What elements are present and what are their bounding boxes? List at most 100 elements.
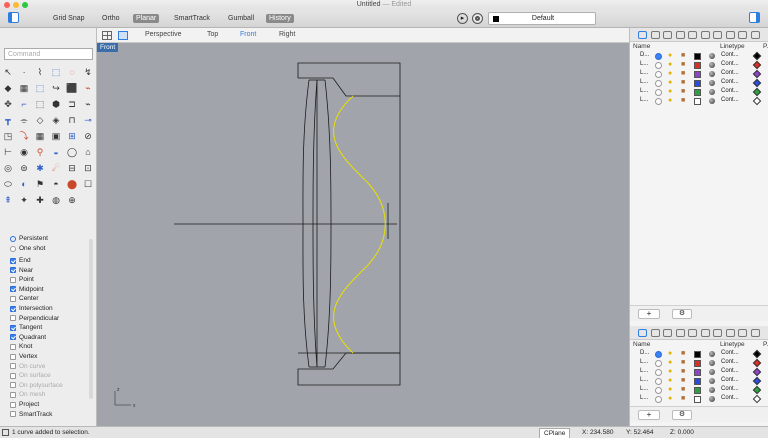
command-input[interactable]: Command [4, 48, 93, 60]
layer-color-swatch[interactable] [694, 369, 701, 376]
tool-rect-select-icon[interactable]: ⬚ [34, 82, 46, 94]
four-view-icon[interactable] [102, 31, 112, 40]
layer-row[interactable]: L... ● ■ Cont... [630, 96, 768, 106]
current-layer-radio[interactable] [655, 369, 662, 376]
layer-color-swatch[interactable] [694, 378, 701, 385]
print-color-icon[interactable] [752, 394, 762, 404]
camera-tab-icon[interactable] [688, 31, 697, 39]
tool-grid-icon[interactable]: ▦ [34, 130, 46, 142]
checkbox[interactable] [10, 295, 16, 302]
osnap-on-curve[interactable]: On curve [10, 362, 45, 371]
tool-move-icon[interactable]: ✥ [2, 98, 14, 110]
record-history-icon[interactable]: ▸ [457, 13, 468, 24]
current-layer-radio[interactable] [655, 396, 662, 403]
layer-row[interactable]: L... ● ■ Cont... [630, 376, 768, 386]
tool-patch-icon[interactable]: ▦ [18, 82, 30, 94]
lock-icon[interactable]: ■ [681, 395, 685, 402]
grid-tab-icon[interactable] [750, 31, 760, 39]
print-color-icon[interactable] [752, 358, 762, 368]
tool-dimension-icon[interactable]: ⊢ [2, 146, 14, 158]
tool-lasso-icon[interactable]: ◎ [2, 162, 14, 174]
lock-icon[interactable]: ■ [681, 377, 685, 384]
material-sphere-icon[interactable] [709, 387, 715, 393]
tool-point-icon[interactable]: ◍ [50, 194, 62, 206]
tab-top[interactable]: Top [207, 31, 218, 38]
osnap-on-polysurface[interactable]: On polysurface [10, 381, 63, 390]
tool-transform-icon[interactable]: ◆ [2, 82, 14, 94]
history-toggle[interactable]: History [266, 14, 294, 23]
sun-tab-icon[interactable] [725, 329, 735, 337]
front-viewport[interactable]: Front z x [97, 43, 629, 426]
osnap-quadrant[interactable]: Quadrant [10, 333, 46, 342]
visibility-bulb-icon[interactable]: ● [668, 395, 672, 402]
material-sphere-icon[interactable] [709, 80, 715, 86]
checkbox[interactable] [10, 411, 16, 418]
osnap-midpoint[interactable]: Midpoint [10, 285, 44, 294]
add-layer-button[interactable]: + [638, 410, 660, 420]
osnap-scrollbar[interactable] [89, 239, 93, 399]
checkbox[interactable] [10, 391, 16, 398]
checkbox[interactable] [10, 401, 16, 408]
tool-offset-icon[interactable]: ◇ [34, 114, 46, 126]
material-sphere-icon[interactable] [709, 53, 715, 59]
osnap-vertex[interactable]: Vertex [10, 352, 37, 361]
display-tab-icon[interactable] [663, 329, 672, 337]
osnap-near[interactable]: Near [10, 266, 33, 275]
print-color-icon[interactable] [752, 367, 762, 377]
tab-perspective[interactable]: Perspective [145, 31, 182, 38]
visibility-bulb-icon[interactable]: ● [668, 359, 672, 366]
sun-tab-icon[interactable] [725, 31, 735, 39]
ortho-toggle[interactable]: Ortho [99, 14, 123, 23]
tool-analyze-icon[interactable]: ◒ [50, 146, 62, 158]
current-layer-radio[interactable] [655, 53, 662, 60]
print-color-icon[interactable] [752, 87, 762, 97]
osnap-point[interactable]: Point [10, 275, 34, 284]
print-color-icon[interactable] [752, 69, 762, 79]
tool-select-icon[interactable]: ✚ [34, 194, 46, 206]
layer-color-swatch[interactable] [694, 351, 701, 358]
lock-icon[interactable]: ■ [681, 52, 685, 59]
osnap-perpendicular[interactable]: Perpendicular [10, 314, 59, 323]
planar-toggle[interactable]: Planar [133, 14, 160, 23]
tool-shield-icon[interactable]: ⚑ [34, 178, 46, 190]
lock-icon[interactable]: ■ [681, 79, 685, 86]
layer-row[interactable]: L... ● ■ Cont... [630, 69, 768, 79]
layer-color-swatch[interactable] [694, 360, 701, 367]
tool-fillet-icon[interactable]: ↪ [50, 82, 62, 94]
tool-extrude-icon[interactable]: ⬢ [50, 98, 62, 110]
materials-tab-icon[interactable] [650, 31, 660, 39]
print-color-icon[interactable] [752, 376, 762, 386]
print-color-icon[interactable] [752, 78, 762, 88]
print-color-icon[interactable] [752, 349, 762, 359]
checkbox[interactable] [10, 353, 16, 360]
sidebar-toggle-icon[interactable] [8, 12, 19, 23]
tool-light-icon[interactable]: ✦ [18, 194, 30, 206]
visibility-bulb-icon[interactable]: ● [668, 52, 672, 59]
radio-button[interactable] [10, 245, 16, 252]
layer-row[interactable]: L... ● ■ Cont... [630, 87, 768, 97]
environment-tab-icon[interactable] [675, 329, 685, 337]
tool-snap-icon[interactable]: ⬭ [2, 178, 14, 190]
osnap-center[interactable]: Center [10, 294, 39, 303]
osnap-on-mesh[interactable]: On mesh [10, 390, 45, 399]
tool-cursor-icon[interactable]: ☄ [50, 162, 62, 174]
tool-zoom-icon[interactable]: ⚲ [34, 146, 46, 158]
tool-measure-icon[interactable]: ☐ [82, 178, 94, 190]
layer-color-swatch[interactable] [694, 396, 701, 403]
current-layer-radio[interactable] [655, 62, 662, 69]
tool-extrude-curve-icon[interactable]: ⊐ [66, 98, 78, 110]
notes-tab-icon[interactable] [738, 31, 747, 39]
camera-tab-icon[interactable] [688, 329, 697, 337]
layer-options-gear-icon[interactable]: ⚙ [672, 410, 692, 420]
tool-curve-edit-icon[interactable]: ↯ [82, 66, 94, 78]
checkbox[interactable] [10, 343, 16, 350]
layer-row[interactable]: L... ● ■ Cont... [630, 385, 768, 395]
osnap-tangent[interactable]: Tangent [10, 323, 42, 332]
tool-circle-pick-icon[interactable]: ◌ [66, 66, 78, 78]
lock-icon[interactable]: ■ [681, 70, 685, 77]
lock-icon[interactable]: ■ [681, 359, 685, 366]
lock-icon[interactable]: ■ [681, 61, 685, 68]
checkbox[interactable] [10, 382, 16, 389]
tool-fillet-edge-icon[interactable]: ⌐ [18, 98, 30, 110]
checkbox[interactable] [10, 372, 16, 379]
